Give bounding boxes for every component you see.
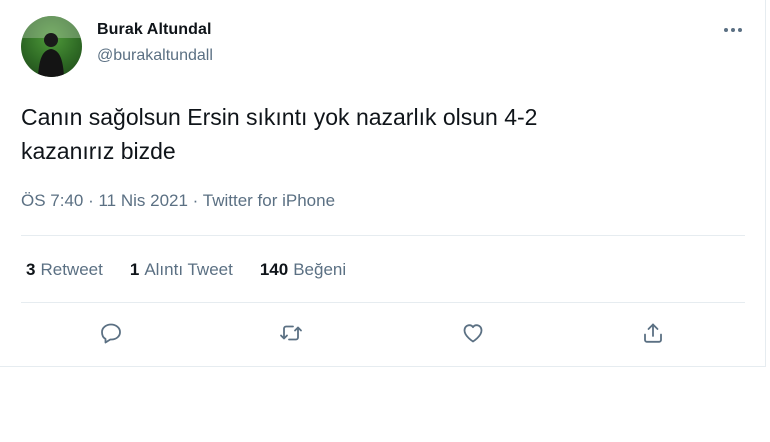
quote-count-label: Alıntı Tweet bbox=[144, 260, 233, 279]
more-options-button[interactable] bbox=[718, 20, 748, 40]
quote-count-number: 1 bbox=[129, 260, 140, 279]
share-icon bbox=[644, 323, 662, 343]
meta-separator: · bbox=[83, 191, 99, 210]
retweet-button[interactable] bbox=[278, 320, 304, 346]
divider bbox=[21, 302, 745, 303]
like-count[interactable]: 140 Beğeni bbox=[260, 260, 346, 280]
tweet-source[interactable]: Twitter for iPhone bbox=[203, 191, 335, 210]
retweet-icon bbox=[280, 325, 302, 341]
avatar[interactable] bbox=[21, 16, 82, 77]
retweet-count-number: 3 bbox=[26, 260, 36, 279]
reply-button[interactable] bbox=[98, 320, 124, 346]
tweet-card: Burak Altundal @burakaltundall Canın sağ… bbox=[0, 0, 766, 367]
retweet-count-label: Retweet bbox=[40, 260, 103, 279]
like-count-number: 140 bbox=[259, 260, 289, 279]
quote-count[interactable]: 1 Alıntı Tweet bbox=[130, 260, 233, 280]
like-icon bbox=[463, 324, 483, 343]
username[interactable]: @burakaltundall bbox=[97, 47, 213, 65]
tweet-stats: 3 Retweet 1 Alıntı Tweet 140 Beğeni bbox=[26, 260, 346, 280]
like-count-label: Beğeni bbox=[293, 260, 347, 279]
more-options-icon bbox=[724, 28, 742, 32]
divider bbox=[21, 235, 745, 236]
meta-separator: · bbox=[187, 191, 203, 210]
reply-icon bbox=[101, 323, 121, 344]
tweet-date[interactable]: 11 Nis 2021 bbox=[98, 191, 187, 210]
tweet-time[interactable]: ÖS 7:40 bbox=[21, 191, 83, 210]
avatar-photo-icon bbox=[21, 16, 82, 77]
like-button[interactable] bbox=[460, 320, 486, 346]
tweet-meta: ÖS 7:40 · 11 Nis 2021 · Twitter for iPho… bbox=[21, 191, 335, 211]
retweet-count[interactable]: 3 Retweet bbox=[26, 260, 103, 280]
share-button[interactable] bbox=[640, 320, 666, 346]
tweet-text: Canın sağolsun Ersin sıkıntı yok nazarlı… bbox=[21, 104, 538, 164]
display-name[interactable]: Burak Altundal bbox=[97, 21, 212, 39]
